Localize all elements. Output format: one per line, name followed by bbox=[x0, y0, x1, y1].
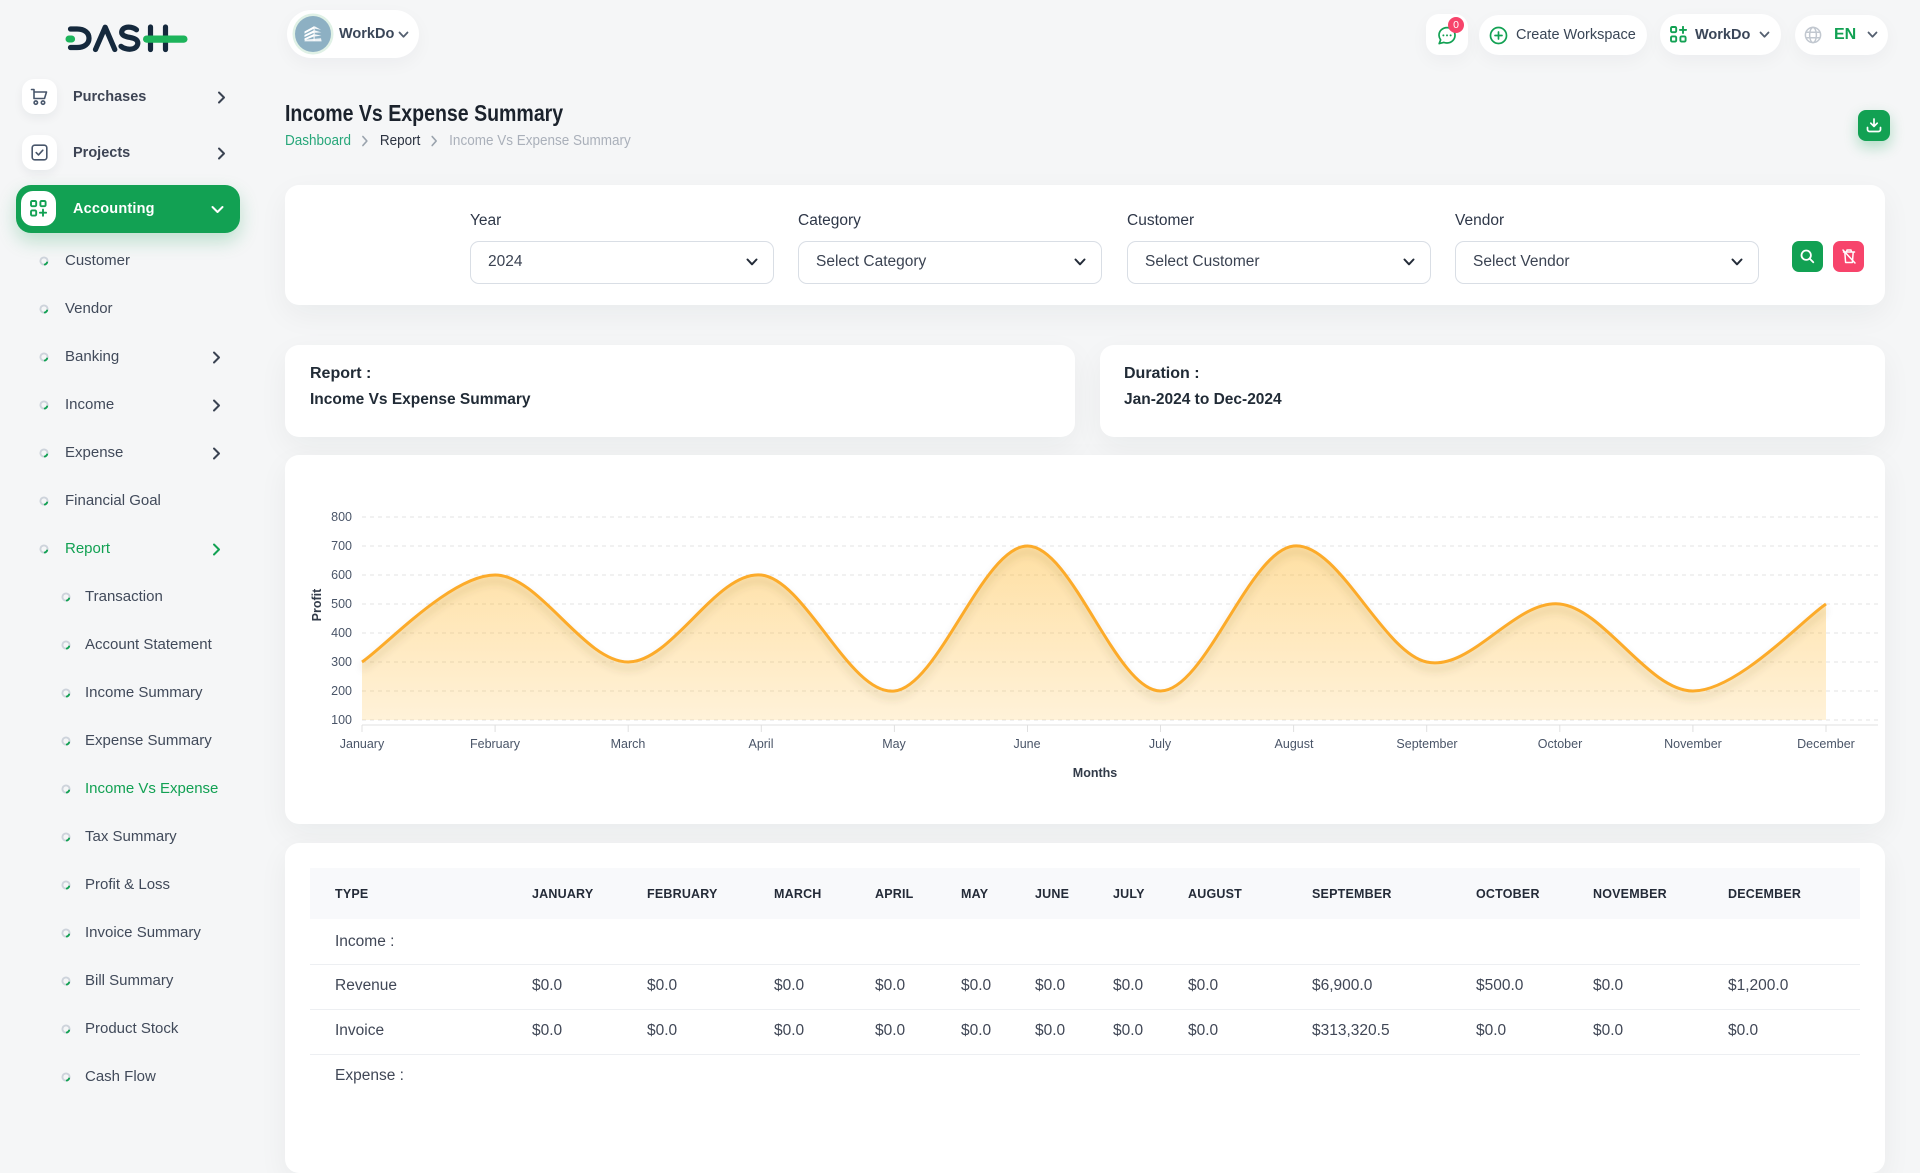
svg-text:July: July bbox=[1149, 737, 1172, 751]
svg-text:January: January bbox=[340, 737, 385, 751]
svg-text:April: April bbox=[748, 737, 773, 751]
svg-text:September: September bbox=[1396, 737, 1457, 751]
svg-text:Months: Months bbox=[1073, 766, 1117, 780]
svg-text:November: November bbox=[1664, 737, 1722, 751]
svg-text:300: 300 bbox=[331, 655, 352, 669]
svg-text:August: August bbox=[1275, 737, 1314, 751]
svg-text:600: 600 bbox=[331, 568, 352, 582]
svg-text:800: 800 bbox=[331, 510, 352, 524]
svg-text:May: May bbox=[882, 737, 906, 751]
svg-text:December: December bbox=[1797, 737, 1855, 751]
svg-text:Profit: Profit bbox=[310, 588, 324, 621]
svg-text:100: 100 bbox=[331, 713, 352, 727]
svg-text:February: February bbox=[470, 737, 521, 751]
svg-text:October: October bbox=[1538, 737, 1582, 751]
svg-text:200: 200 bbox=[331, 684, 352, 698]
svg-text:March: March bbox=[611, 737, 646, 751]
svg-text:400: 400 bbox=[331, 626, 352, 640]
svg-text:500: 500 bbox=[331, 597, 352, 611]
svg-text:June: June bbox=[1013, 737, 1040, 751]
svg-text:700: 700 bbox=[331, 539, 352, 553]
